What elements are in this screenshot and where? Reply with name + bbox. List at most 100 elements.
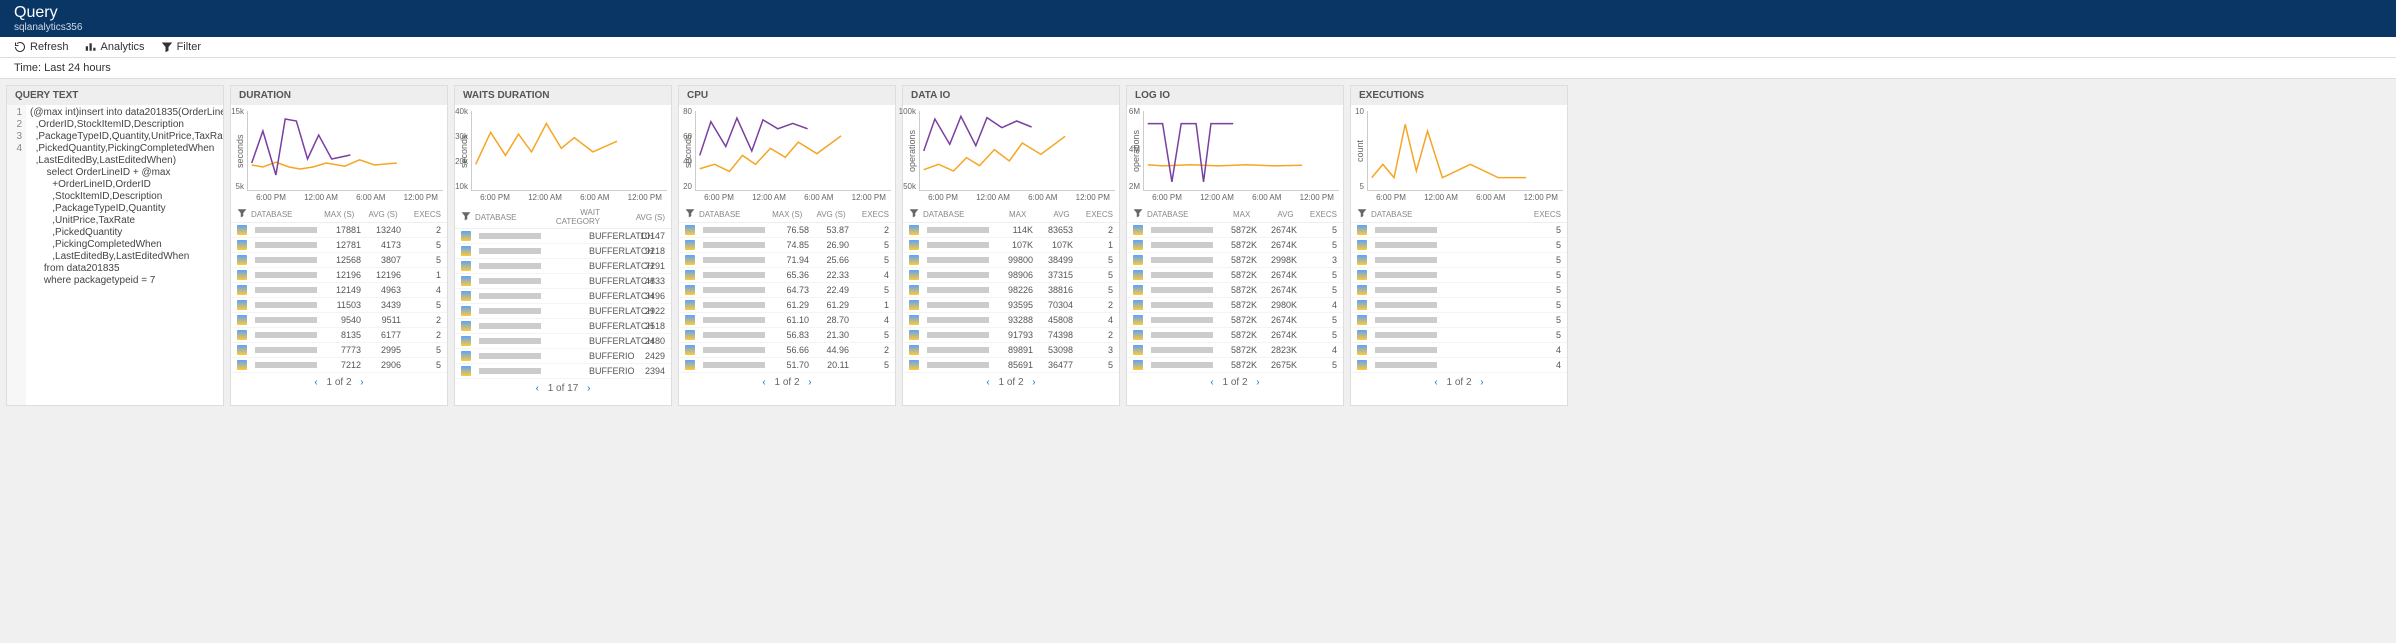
table-row[interactable]: 56.6644.962 xyxy=(679,343,895,358)
table-row[interactable]: BUFFERLATCH2480 xyxy=(455,334,671,349)
table-row[interactable]: 721229065 xyxy=(231,358,447,373)
column-header[interactable]: MAX xyxy=(987,210,1026,219)
table-row[interactable]: 5872K2674K5 xyxy=(1127,313,1343,328)
column-filter-icon[interactable] xyxy=(909,208,919,220)
column-filter-icon[interactable] xyxy=(685,208,695,220)
column-header[interactable]: AVG (S) xyxy=(806,210,845,219)
table-row[interactable]: 1150334395 xyxy=(231,298,447,313)
table-row[interactable]: 813561772 xyxy=(231,328,447,343)
table-row[interactable]: 76.5853.872 xyxy=(679,223,895,238)
chart-area[interactable]: 40k30k20k10k xyxy=(471,111,667,191)
table-row[interactable]: 65.3622.334 xyxy=(679,268,895,283)
table-row[interactable]: BUFFERIO2429 xyxy=(455,349,671,364)
column-header[interactable]: EXECS xyxy=(1522,210,1561,219)
chart-area[interactable]: 80604020 xyxy=(695,111,891,191)
query-code-area[interactable]: 1234 (@max int)insert into data201835(Or… xyxy=(7,105,223,405)
column-filter-icon[interactable] xyxy=(461,211,471,223)
column-header[interactable]: MAX (S) xyxy=(763,210,802,219)
table-row[interactable]: 85691364775 xyxy=(903,358,1119,373)
table-row[interactable]: 5 xyxy=(1351,253,1567,268)
chart-area[interactable]: 15k5k xyxy=(247,111,443,191)
table-row[interactable]: 5 xyxy=(1351,313,1567,328)
column-header[interactable]: EXECS xyxy=(1298,210,1337,219)
analytics-button[interactable]: Analytics xyxy=(85,41,145,53)
column-header[interactable]: AVG xyxy=(1030,210,1069,219)
table-row[interactable]: 64.7322.495 xyxy=(679,283,895,298)
table-row[interactable]: 56.8321.305 xyxy=(679,328,895,343)
table-row[interactable]: 74.8526.905 xyxy=(679,238,895,253)
column-header[interactable]: AVG (S) xyxy=(604,213,665,222)
table-row[interactable]: 5 xyxy=(1351,298,1567,313)
table-row[interactable]: 4 xyxy=(1351,343,1567,358)
pager-next[interactable]: › xyxy=(1250,377,1265,388)
chart-area[interactable]: 105 xyxy=(1367,111,1563,191)
column-header[interactable]: EXECS xyxy=(850,210,889,219)
chart-area[interactable]: 100k50k xyxy=(919,111,1115,191)
table-row[interactable]: 89891530983 xyxy=(903,343,1119,358)
pager-next[interactable]: › xyxy=(1026,377,1041,388)
column-header[interactable]: EXECS xyxy=(402,210,441,219)
column-filter-icon[interactable] xyxy=(1133,208,1143,220)
column-header[interactable]: WAIT CATEGORY xyxy=(539,208,600,226)
table-row[interactable]: 71.9425.665 xyxy=(679,253,895,268)
table-row[interactable]: 114K836532 xyxy=(903,223,1119,238)
column-header[interactable]: AVG xyxy=(1254,210,1293,219)
table-row[interactable]: 5 xyxy=(1351,328,1567,343)
table-row[interactable]: 5872K2998K3 xyxy=(1127,253,1343,268)
table-row[interactable]: 98906373155 xyxy=(903,268,1119,283)
table-row[interactable]: 1256838075 xyxy=(231,253,447,268)
pager-prev[interactable]: ‹ xyxy=(756,377,771,388)
column-header[interactable]: MAX xyxy=(1211,210,1250,219)
filter-button[interactable]: Filter xyxy=(161,41,201,53)
table-row[interactable]: BUFFERLATCH2518 xyxy=(455,319,671,334)
column-header[interactable]: DATABASE xyxy=(1147,210,1207,219)
table-row[interactable]: 954095112 xyxy=(231,313,447,328)
table-row[interactable]: 93288458084 xyxy=(903,313,1119,328)
table-row[interactable]: BUFFERLATCH2922 xyxy=(455,304,671,319)
table-row[interactable]: 5872K2980K4 xyxy=(1127,298,1343,313)
column-header[interactable]: EXECS xyxy=(1074,210,1113,219)
pager-prev[interactable]: ‹ xyxy=(308,377,323,388)
table-row[interactable]: 1278141735 xyxy=(231,238,447,253)
table-row[interactable]: 5872K2674K5 xyxy=(1127,328,1343,343)
time-range[interactable]: Time: Last 24 hours xyxy=(0,58,2396,79)
pager-prev[interactable]: ‹ xyxy=(1428,377,1443,388)
table-row[interactable]: 93595703042 xyxy=(903,298,1119,313)
column-header[interactable]: DATABASE xyxy=(923,210,983,219)
table-row[interactable]: 5872K2674K5 xyxy=(1127,238,1343,253)
table-row[interactable]: 5 xyxy=(1351,238,1567,253)
table-row[interactable]: 1214949634 xyxy=(231,283,447,298)
table-row[interactable]: BUFFERLATCH10147 xyxy=(455,229,671,244)
table-row[interactable]: 5872K2674K5 xyxy=(1127,283,1343,298)
pager-next[interactable]: › xyxy=(802,377,817,388)
refresh-button[interactable]: Refresh xyxy=(14,41,69,53)
table-row[interactable]: 5 xyxy=(1351,283,1567,298)
table-row[interactable]: BUFFERLATCH3496 xyxy=(455,289,671,304)
table-row[interactable]: 99800384995 xyxy=(903,253,1119,268)
pager-prev[interactable]: ‹ xyxy=(530,383,545,394)
column-filter-icon[interactable] xyxy=(1357,208,1367,220)
table-row[interactable]: 777329955 xyxy=(231,343,447,358)
pager-prev[interactable]: ‹ xyxy=(980,377,995,388)
pager-next[interactable]: › xyxy=(581,383,596,394)
table-row[interactable]: 5872K2674K5 xyxy=(1127,223,1343,238)
table-row[interactable]: 17881132402 xyxy=(231,223,447,238)
table-row[interactable]: 5 xyxy=(1351,223,1567,238)
table-row[interactable]: 5872K2675K5 xyxy=(1127,358,1343,373)
chart-area[interactable]: 6M4M2M xyxy=(1143,111,1339,191)
column-header[interactable]: MAX (S) xyxy=(315,210,354,219)
table-row[interactable]: 51.7020.115 xyxy=(679,358,895,373)
column-header[interactable]: DATABASE xyxy=(251,210,311,219)
table-row[interactable]: 5872K2674K5 xyxy=(1127,268,1343,283)
table-row[interactable]: 61.2961.291 xyxy=(679,298,895,313)
column-header[interactable]: DATABASE xyxy=(475,213,535,222)
column-header[interactable]: DATABASE xyxy=(1371,210,1431,219)
pager-prev[interactable]: ‹ xyxy=(1204,377,1219,388)
pager-next[interactable]: › xyxy=(1474,377,1489,388)
table-row[interactable]: 5872K2823K4 xyxy=(1127,343,1343,358)
table-row[interactable]: BUFFERLATCH9218 xyxy=(455,244,671,259)
column-header[interactable]: DATABASE xyxy=(699,210,759,219)
table-row[interactable]: BUFFERIO2394 xyxy=(455,364,671,379)
column-filter-icon[interactable] xyxy=(237,208,247,220)
column-header[interactable]: AVG (S) xyxy=(358,210,397,219)
